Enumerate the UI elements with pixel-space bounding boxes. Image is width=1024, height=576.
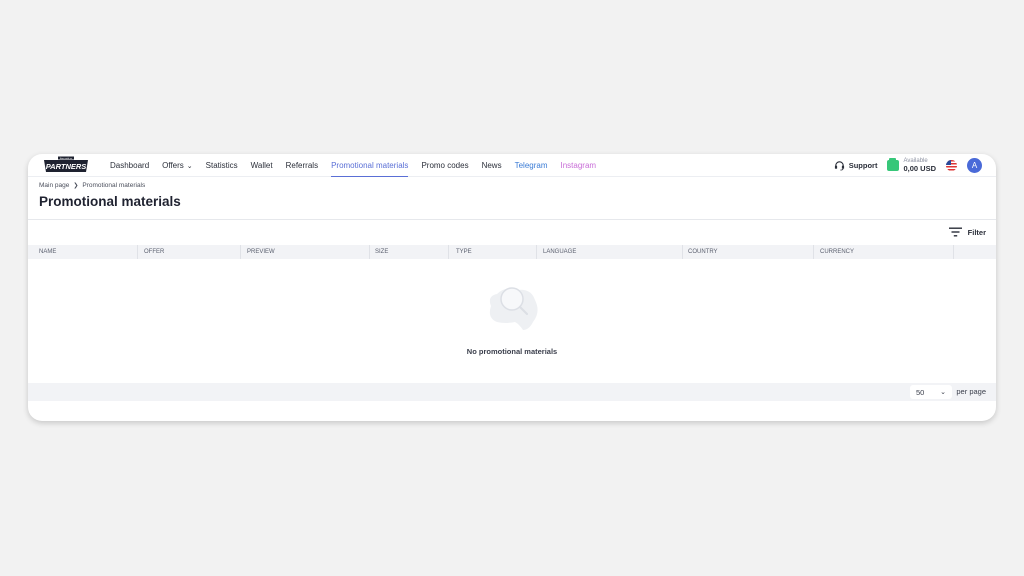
svg-text:Earn with us: Earn with us xyxy=(60,157,73,160)
chevron-down-icon: ⌄ xyxy=(940,389,946,396)
nav-item-referrals[interactable]: Referrals xyxy=(286,154,318,177)
header-tools: Support Available 0,00 USD A xyxy=(834,154,982,177)
nav-label: Statistics xyxy=(205,161,238,170)
wallet-icon xyxy=(887,158,900,171)
breadcrumb: Main page ❯ Promotional materials xyxy=(39,182,145,189)
nav-item-statistics[interactable]: Statistics xyxy=(206,154,238,177)
main-card: Earn with us PARTNERS Dashboard Offers ⌄ … xyxy=(28,154,996,421)
balance-text: Available 0,00 USD xyxy=(903,158,936,173)
chevron-right-icon: ❯ xyxy=(73,183,79,189)
nav-label: Wallet xyxy=(250,161,273,170)
nav-label: Instagram xyxy=(560,161,597,170)
nav-item-instagram[interactable]: Instagram xyxy=(561,154,597,177)
filter-icon xyxy=(948,227,962,237)
balance-value: 0,00 USD xyxy=(903,164,936,174)
table-header: NAME OFFER PREVIEW SIZE TYPE LANGUAGE CO… xyxy=(28,245,996,259)
column-header-size[interactable]: SIZE xyxy=(364,245,388,259)
nav-item-news[interactable]: News xyxy=(482,154,502,177)
column-header-type[interactable]: TYPE xyxy=(445,245,472,259)
per-page-select[interactable]: 50 ⌄ xyxy=(910,385,952,399)
breadcrumb-home-link[interactable]: Main page xyxy=(39,182,69,189)
column-header-language[interactable]: LANGUAGE xyxy=(532,245,576,259)
column-header-currency[interactable]: CURRENCY xyxy=(809,245,854,259)
nav-item-promo-codes[interactable]: Promo codes xyxy=(421,154,468,177)
nav-label: Referrals xyxy=(285,161,319,170)
table-footer: 50 ⌄ per page xyxy=(28,383,996,401)
main-nav: Dashboard Offers ⌄ Statistics Wallet Refe… xyxy=(110,154,609,177)
header-divider xyxy=(28,219,996,220)
user-avatar[interactable]: A xyxy=(967,158,982,173)
language-flag-icon[interactable] xyxy=(946,160,957,171)
support-label: Support xyxy=(848,161,878,170)
nav-label: Promotional materials xyxy=(331,161,409,170)
top-navbar: Earn with us PARTNERS Dashboard Offers ⌄ … xyxy=(28,154,996,177)
filter-button[interactable]: Filter xyxy=(948,227,986,237)
nav-label: Telegram xyxy=(514,161,548,170)
column-header-country[interactable]: COUNTRY xyxy=(677,245,718,259)
headset-icon xyxy=(834,161,844,171)
chevron-down-icon: ⌄ xyxy=(186,162,193,170)
empty-state-message: No promotional materials xyxy=(466,347,558,356)
nav-item-dashboard[interactable]: Dashboard xyxy=(110,154,149,177)
nav-label: Promo codes xyxy=(421,161,469,170)
column-header-preview[interactable]: PREVIEW xyxy=(236,245,275,259)
page-title: Promotional materials xyxy=(39,194,181,209)
per-page-label: per page xyxy=(956,387,986,396)
column-header-offer[interactable]: OFFER xyxy=(133,245,164,259)
nav-item-offers[interactable]: Offers ⌄ xyxy=(162,154,193,177)
nav-item-wallet[interactable]: Wallet xyxy=(251,154,273,177)
nav-item-promotional-materials[interactable]: Promotional materials xyxy=(331,154,409,177)
nav-label: News xyxy=(481,161,502,170)
filter-label: Filter xyxy=(967,227,986,237)
breadcrumb-current: Promotional materials xyxy=(82,182,146,189)
support-button[interactable]: Support xyxy=(834,160,878,171)
brand-logo[interactable]: Earn with us PARTNERS xyxy=(42,156,90,174)
balance-widget[interactable]: Available 0,00 USD xyxy=(887,158,936,173)
nav-label: Offers xyxy=(162,161,184,170)
nav-label: Dashboard xyxy=(110,161,150,170)
nav-item-telegram[interactable]: Telegram xyxy=(515,154,548,177)
svg-text:PARTNERS: PARTNERS xyxy=(46,162,87,171)
empty-search-icon xyxy=(489,287,538,330)
column-divider[interactable] xyxy=(953,245,954,259)
avatar-letter: A xyxy=(971,161,978,170)
per-page-value: 50 xyxy=(916,387,925,397)
column-header-name[interactable]: NAME xyxy=(28,245,56,259)
